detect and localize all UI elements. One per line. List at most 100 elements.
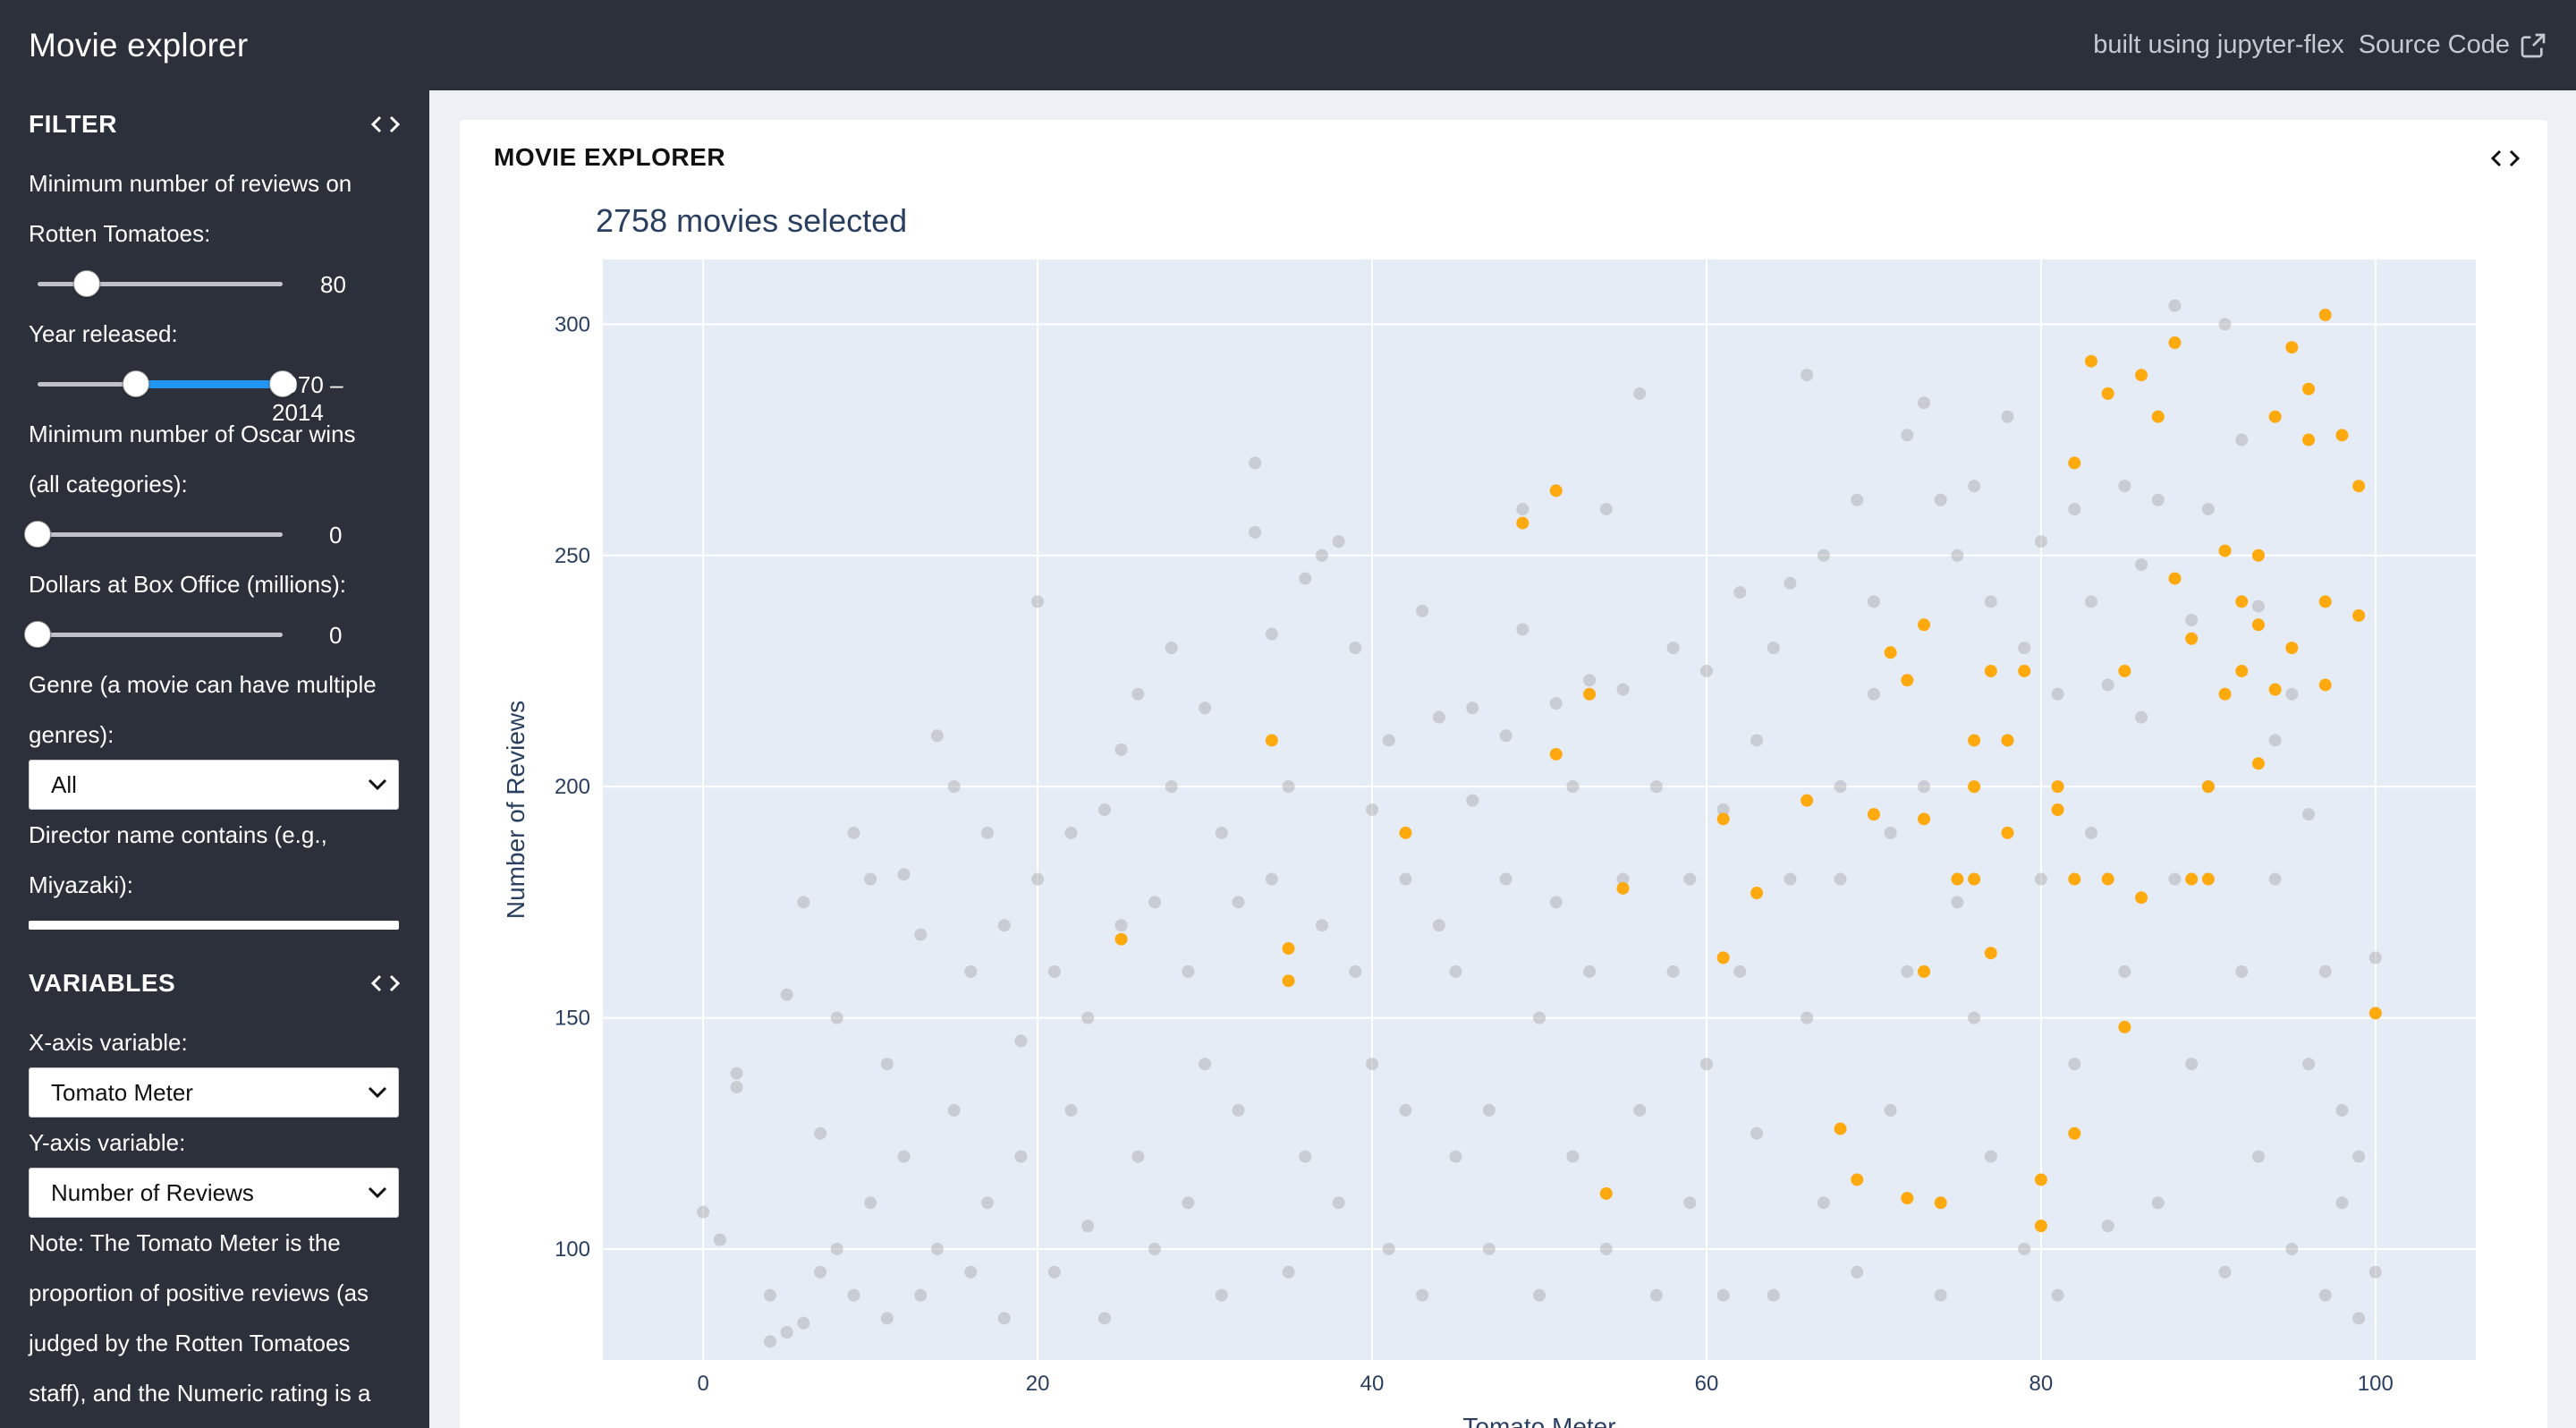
data-point-grey (814, 1126, 827, 1140)
data-point-orange (1114, 932, 1128, 946)
director-input[interactable] (29, 921, 399, 930)
data-point-grey (1533, 1011, 1546, 1024)
data-point-grey (1951, 896, 1964, 909)
note-line4: staff), and the Numeric rating is a (29, 1380, 371, 1407)
data-point-orange (1265, 734, 1278, 747)
year-range-slider[interactable]: 1970 – 2014 (29, 359, 401, 426)
slider-thumb[interactable] (24, 521, 51, 548)
data-point-grey (1867, 687, 1880, 701)
data-point-grey (763, 1335, 776, 1348)
data-point-grey (1416, 1288, 1429, 1302)
data-point-grey (1131, 687, 1145, 701)
code-icon[interactable] (370, 113, 401, 136)
code-icon[interactable] (370, 972, 401, 995)
source-code-link[interactable]: Source Code (2359, 30, 2547, 60)
data-point-grey (1081, 1011, 1095, 1024)
y-tick-label: 200 (555, 775, 590, 799)
data-point-orange (1901, 1192, 1914, 1205)
data-point-grey (1182, 965, 1195, 978)
data-point-grey (2118, 480, 2131, 493)
data-point-grey (1399, 1103, 1412, 1117)
slider-track (38, 532, 283, 537)
data-point-orange (1616, 881, 1630, 895)
slider-thumb[interactable] (24, 621, 51, 648)
reviews-slider[interactable]: 80 (29, 259, 401, 309)
data-point-orange (2068, 456, 2081, 470)
data-point-grey (2235, 433, 2249, 446)
slider-thumb-low[interactable] (122, 370, 149, 397)
built-using-link[interactable]: built using jupyter-flex (2093, 30, 2343, 60)
data-point-grey (981, 826, 995, 839)
data-point-grey (1583, 674, 1597, 687)
data-point-grey (897, 868, 911, 881)
data-point-grey (1165, 642, 1178, 655)
data-point-grey (2335, 1103, 2349, 1117)
data-point-grey (2151, 493, 2165, 506)
data-point-grey (2268, 734, 2282, 747)
director-label-line1: Director name contains (e.g., (29, 821, 327, 848)
slider-thumb[interactable] (72, 270, 100, 297)
data-point-orange (1834, 1122, 1847, 1135)
scatter-plot[interactable]: 0 20 40 60 80 100 100 150 200 250 300 Tomato Meter N… (460, 120, 2547, 1428)
data-point-orange (1583, 687, 1597, 701)
data-point-grey (897, 1150, 911, 1163)
data-point-grey (2034, 535, 2047, 548)
data-point-grey (1699, 1058, 1713, 1071)
x-axis-select[interactable]: Tomato Meter (29, 1067, 399, 1118)
chevron-down-icon (368, 778, 387, 791)
external-link-icon (2521, 33, 2546, 57)
data-point-grey (1382, 734, 1395, 747)
year-label: Year released: (29, 320, 178, 347)
data-point-grey (1047, 1265, 1061, 1279)
data-point-orange (2352, 480, 2366, 493)
data-point-orange (2235, 664, 2249, 677)
data-point-grey (1432, 919, 1445, 932)
y-axis-select[interactable]: Number of Reviews (29, 1168, 399, 1218)
data-point-orange (2185, 872, 2199, 886)
data-point-grey (997, 919, 1011, 932)
data-point-orange (2302, 433, 2316, 446)
data-point-orange (1884, 646, 1897, 659)
data-point-grey (2101, 1220, 2114, 1233)
data-point-orange (2251, 757, 2265, 770)
data-point-grey (2318, 1288, 2332, 1302)
data-point-orange (2251, 548, 2265, 562)
boxoffice-slider[interactable]: 0 (24, 609, 401, 659)
data-point-grey (1165, 780, 1178, 794)
data-point-grey (1265, 872, 1278, 886)
data-point-grey (914, 1288, 928, 1302)
data-point-grey (780, 988, 793, 1001)
data-point-grey (1666, 642, 1680, 655)
data-point-grey (1784, 872, 1797, 886)
app-root: Movie explorer built using jupyter-flex … (0, 0, 2576, 1428)
genre-select[interactable]: All (29, 760, 399, 810)
data-point-grey (780, 1325, 793, 1339)
data-point-orange (1918, 965, 1931, 978)
data-point-orange (2268, 410, 2282, 423)
chevron-down-icon (368, 1186, 387, 1199)
boxoffice-label: Dollars at Box Office (millions): (29, 571, 346, 598)
data-point-grey (2151, 1196, 2165, 1210)
data-point-grey (1683, 872, 1697, 886)
data-point-grey (1851, 493, 1864, 506)
director-label-line2: Miyazaki): (29, 871, 134, 898)
data-point-grey (1097, 803, 1111, 816)
data-point-orange (1901, 674, 1914, 687)
data-point-grey (947, 1103, 961, 1117)
boxoffice-value: 0 (329, 622, 343, 649)
data-point-grey (1516, 623, 1530, 636)
data-point-grey (2352, 1312, 2366, 1325)
x-axis-title: Tomato Meter (1462, 1413, 1615, 1428)
data-point-grey (2084, 595, 2097, 608)
data-point-grey (1784, 576, 1797, 590)
data-point-grey (730, 1067, 743, 1080)
oscars-slider[interactable]: 0 (24, 509, 401, 559)
data-point-orange (2335, 429, 2349, 442)
data-point-grey (2185, 1058, 2199, 1071)
data-point-grey (1232, 1103, 1245, 1117)
data-point-grey (2168, 299, 2182, 312)
variables-heading: VARIABLES (29, 969, 176, 997)
data-point-orange (2285, 642, 2299, 655)
x-axis-select-value: Tomato Meter (51, 1079, 193, 1106)
oscars-value: 0 (329, 522, 343, 548)
